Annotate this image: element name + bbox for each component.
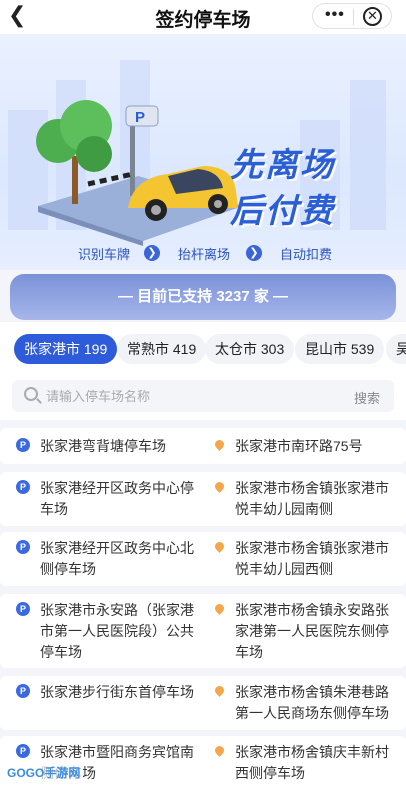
list-item[interactable]: P 张家港经开区政务中心停车场 张家港市杨舍镇张家港市悦丰幼儿园南侧 [0,472,406,526]
nav-bar: ❮ 签约停车场 ••• ✕ [0,0,406,34]
building-shape [350,80,386,230]
slogan-line-1: 先离场 [230,146,335,183]
tree-trunk [72,156,78,204]
location-pin-icon [213,438,226,451]
tab-zhangjiagang[interactable]: 张家港市 199 [14,334,118,364]
step-gate-lift: 抬杆离场 [178,247,231,262]
chevron-right-icon: ❯ [144,245,160,261]
parking-name: 张家港市永安路（张家港市第一人民医院段）公共停车场 [40,602,194,660]
parking-address: 张家港市南环路75号 [235,438,363,454]
parking-name: 张家港经开区政务中心停车场 [40,480,194,517]
parking-p-icon: P [16,540,30,554]
list-item[interactable]: P 张家港步行街东首停车场 张家港市杨舍镇朱港巷路第一人民商场东侧停车场 [0,676,406,730]
slogan-line-2: 后付费 [230,192,335,229]
list-item[interactable]: P 张家港弯背塘停车场 张家港市南环路75号 [0,428,406,464]
list-item[interactable]: P 张家港市暨阳商务宾馆南侧停车场 张家港市杨舍镇庆丰新村西侧停车场 [0,736,406,789]
close-circle-icon[interactable]: ✕ [363,7,382,26]
location-pin-icon [213,684,226,697]
promo-banner: P 先离场 后付费 识别车牌 ❯ 抬杆离场 ❯ 自动扣费 [0,34,406,270]
parking-p-icon: P [16,480,30,494]
parking-address: 张家港市杨舍镇永安路张家港第一人民医院东侧停车场 [235,602,389,660]
parking-address: 张家港市杨舍镇张家港市悦丰幼儿园南侧 [235,480,389,517]
parking-name: 张家港经开区政务中心北侧停车场 [40,540,194,577]
parking-p-icon: P [16,684,30,698]
support-suffix: 家 — [253,288,289,305]
parking-address: 张家港市杨舍镇朱港巷路第一人民商场东侧停车场 [235,684,389,721]
tab-wujiang[interactable]: 吴 [386,334,406,364]
parking-p-icon: P [16,602,30,616]
step-recognize-plate: 识别车牌 [78,247,131,262]
process-steps: 识别车牌 ❯ 抬杆离场 ❯ 自动扣费 [0,244,406,264]
parking-name: 张家港步行街东首停车场 [40,684,194,700]
support-prefix: — 目前已支持 [117,288,213,305]
list-item[interactable]: P 张家港经开区政务中心北侧停车场 张家港市杨舍镇张家港市悦丰幼儿园西侧 [0,532,406,586]
location-pin-icon [213,540,226,553]
parking-illustration: P [36,100,243,246]
search-button[interactable]: 搜索 [354,388,380,407]
parking-sign-text: P [135,109,145,126]
search-area: 搜索 [0,378,406,420]
step-auto-deduct: 自动扣费 [280,247,333,262]
search-icon [24,387,38,401]
search-box: 搜索 [12,380,394,412]
city-tabs: 张家港市 199 常熟市 419 太仓市 303 昆山市 539 吴 [0,322,406,378]
tab-kunshan[interactable]: 昆山市 539 [295,334,385,364]
parking-address: 张家港市杨舍镇张家港市悦丰幼儿园西侧 [235,540,389,577]
capsule-divider [353,9,354,25]
chevron-right-icon: ❯ [246,245,262,261]
search-input[interactable] [46,380,336,412]
location-pin-icon [213,602,226,615]
parking-p-icon: P [16,438,30,452]
support-count: 3237 [216,288,250,305]
list-item[interactable]: P 张家港市永安路（张家港市第一人民医院段）公共停车场 张家港市杨舍镇永安路张家… [0,594,406,668]
location-pin-icon [213,744,226,757]
mini-program-capsule: ••• ✕ [312,3,392,29]
parking-p-icon: P [16,744,30,758]
more-dots-icon[interactable]: ••• [325,6,345,24]
parking-name: 张家港弯背塘停车场 [40,438,166,454]
watermark: GOGO手游网 [4,764,84,781]
support-count-bar: — 目前已支持 3237 家 — [10,274,396,320]
tab-changshu[interactable]: 常熟市 419 [117,334,207,364]
parking-address: 张家港市杨舍镇庆丰新村西侧停车场 [235,744,389,781]
tab-taicang[interactable]: 太仓市 303 [205,334,295,364]
location-pin-icon [213,480,226,493]
